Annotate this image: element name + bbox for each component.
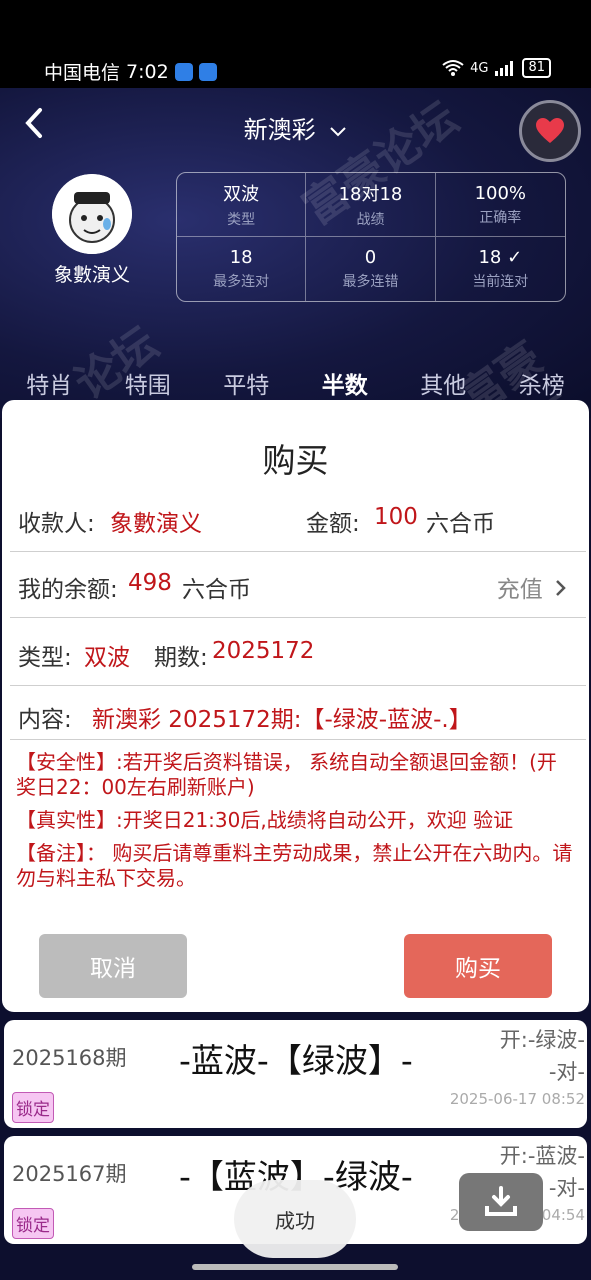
content-row: 内容: 新澳彩 2025172期:【-绿波-蓝波-.】 <box>10 686 586 740</box>
balance-unit: 六合币 <box>182 577 251 603</box>
notice-text: 【安全性】:若开奖后资料错误， 系统自动全额退回金额！(开奖日22：00左右刷新… <box>16 750 576 899</box>
record-result: 开:-绿波- -对- <box>500 1024 585 1088</box>
carrier: 中国电信 <box>44 62 121 84</box>
stat-max-miss: 0 最多连错 <box>306 237 436 301</box>
network-type: 4G <box>470 60 489 76</box>
chevron-right-icon <box>556 580 566 596</box>
lock-badge: 锁定 <box>12 1092 54 1123</box>
status-bar: 中国电信 7:02 4G 81 <box>0 0 591 88</box>
buy-button[interactable]: 购买 <box>404 934 552 998</box>
amount-label: 金额: <box>306 511 360 537</box>
recharge-label: 充值 <box>496 577 543 603</box>
payee-row: 收款人: 象數演义 金额: 100 六合币 <box>10 486 586 552</box>
note-security: 【安全性】:若开奖后资料错误， 系统自动全额退回金额！(开奖日22：00左右刷新… <box>16 750 557 799</box>
stat-accuracy: 100% 正确率 <box>435 173 565 237</box>
shield-icon <box>174 62 193 81</box>
tab-pingte[interactable]: 平特 <box>223 366 269 400</box>
tab-qita[interactable]: 其他 <box>420 366 466 400</box>
content-label: 内容: <box>18 707 72 733</box>
chevron-down-icon <box>330 127 347 137</box>
record-period: 2025168期 <box>12 1046 127 1070</box>
result-line: 开:-绿波- <box>499 1028 585 1052</box>
download-icon <box>485 1186 517 1216</box>
result-line: 开:-蓝波- <box>499 1144 585 1168</box>
favorite-button[interactable] <box>519 100 581 162</box>
record-date: 2025-06-17 08:52 <box>449 1090 585 1108</box>
stat-type: 双波 类型 <box>177 173 307 237</box>
stat-value: 18对18 <box>338 184 403 205</box>
heart-icon <box>536 118 564 143</box>
signal-icon <box>495 61 514 76</box>
lock-badge: 锁定 <box>12 1208 54 1239</box>
stat-value: 18 ✓ <box>478 247 523 268</box>
type-row: 类型: 双波 期数: 2025172 <box>10 618 586 686</box>
stat-value: 100% <box>474 182 527 204</box>
cancel-button[interactable]: 取消 <box>39 934 187 998</box>
type-label: 类型: <box>18 645 72 671</box>
user-name: 象數演义 <box>53 264 130 286</box>
balance-label: 我的余额: <box>18 577 118 603</box>
battery-indicator: 81 <box>522 58 551 78</box>
payee-value: 象數演义 <box>110 511 202 537</box>
record-content: -蓝波-【绿波】- <box>179 1041 413 1080</box>
stat-label: 正确率 <box>479 209 522 226</box>
page-title: 新澳彩 <box>243 116 316 144</box>
clock: 7:02 <box>126 60 169 83</box>
period-value: 2025172 <box>212 638 315 664</box>
stat-current-streak: 18 ✓ 当前连对 <box>436 237 565 301</box>
amount-value: 100 <box>374 504 418 530</box>
download-button[interactable] <box>459 1173 543 1231</box>
purchase-dialog: 购买 收款人: 象數演义 金额: 100 六合币 我的余额: 498 六合币 充… <box>2 400 589 1012</box>
list-item[interactable]: 2025168期 -蓝波-【绿波】- 开:-绿波- -对- 2025-06-17… <box>4 1020 587 1128</box>
toast-message: 成功 <box>234 1180 356 1258</box>
tab-tewei[interactable]: 特围 <box>125 366 171 400</box>
avatar-meme-icon <box>52 174 132 254</box>
note-remark: 【备注】： 购买后请尊重料主劳动成果，禁止公开在六助内。请勿与料主私下交易。 <box>16 841 573 890</box>
shield-icon <box>198 62 217 81</box>
stat-label: 最多连对 <box>213 274 270 290</box>
content-value: 新澳彩 2025172期:【-绿波-蓝波-.】 <box>92 707 472 733</box>
tab-banshu[interactable]: 半数 <box>322 366 368 400</box>
category-tabs: 特肖 特围 平特 半数 其他 杀榜 <box>0 366 591 400</box>
stats-grid: 双波 类型 18对18 战绩 100% 正确率 18 最多连对 0 最多连错 1… <box>176 172 566 302</box>
balance-row: 我的余额: 498 六合币 充值 <box>10 552 586 618</box>
result-status: -对- <box>548 1060 585 1084</box>
period-label: 期数: <box>154 645 208 671</box>
stat-label: 战绩 <box>356 212 385 228</box>
home-indicator[interactable] <box>192 1264 398 1270</box>
stat-record: 18对18 战绩 <box>306 173 436 237</box>
avatar[interactable] <box>52 174 132 254</box>
profile-header: 富豪论坛 富豪论坛 论坛 新澳彩 象數演义 双波 类型 18对18 战绩 100… <box>0 88 591 477</box>
tab-shabang[interactable]: 杀榜 <box>519 366 565 400</box>
stat-label: 当前连对 <box>472 274 529 290</box>
dialog-title: 购买 <box>262 441 329 480</box>
type-value: 双波 <box>84 645 130 671</box>
stat-label: 最多连错 <box>342 274 399 290</box>
status-right: 4G 81 <box>442 58 551 78</box>
stat-value: 18 <box>229 247 253 268</box>
amount-unit: 六合币 <box>426 511 495 537</box>
tab-texiao[interactable]: 特肖 <box>26 366 72 400</box>
page-title-dropdown[interactable]: 新澳彩 <box>0 110 591 145</box>
note-authenticity: 【真实性】:开奖日21:30后,战绩将自动公开，欢迎 验证 <box>16 808 514 832</box>
record-period: 2025167期 <box>12 1162 127 1186</box>
wifi-icon <box>442 60 464 76</box>
payee-label: 收款人: <box>18 511 95 537</box>
recharge-link[interactable]: 充值 <box>497 570 566 604</box>
stat-value: 双波 <box>223 184 260 205</box>
stat-label: 类型 <box>227 212 256 228</box>
balance-value: 498 <box>128 570 172 596</box>
status-left: 中国电信 7:02 <box>44 58 217 85</box>
stat-value: 0 <box>364 247 377 268</box>
stat-max-streak: 18 最多连对 <box>177 237 307 301</box>
